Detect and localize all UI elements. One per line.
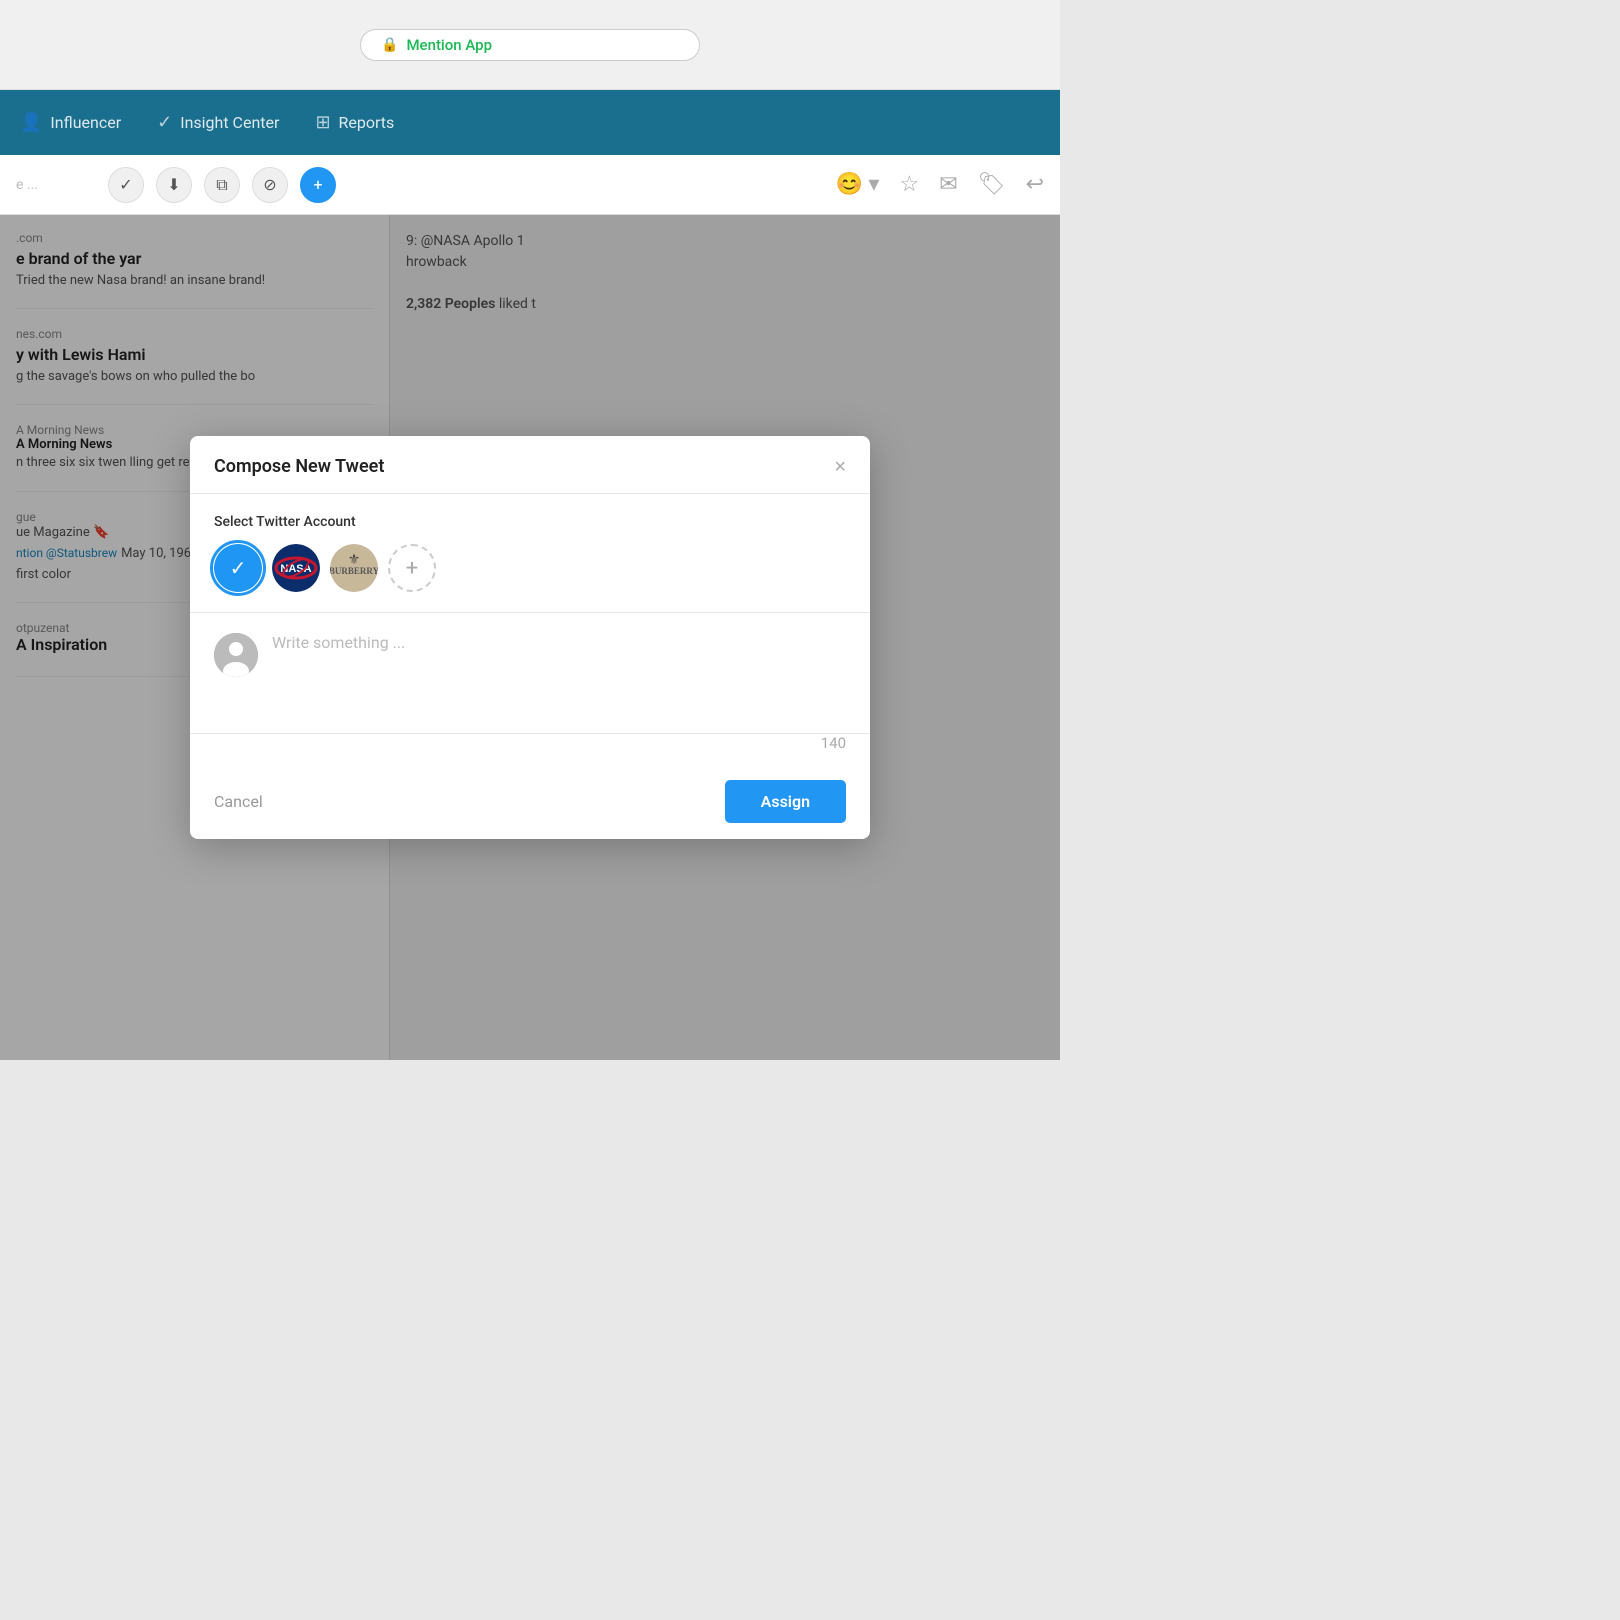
- account-avatar-burberry[interactable]: BURBERRY ⚜: [330, 544, 378, 592]
- content-area: .com e brand of the yar Tried the new Na…: [0, 215, 1060, 1060]
- search-text: e ...: [16, 177, 96, 193]
- modal-account-section: Select Twitter Account ✓ NASA: [190, 494, 870, 613]
- compose-section: [190, 613, 870, 734]
- nav-label-influencer: Influencer: [50, 113, 121, 132]
- emoji-icon[interactable]: 😊 ▾: [836, 172, 880, 197]
- modal-footer: Cancel Assign: [190, 764, 870, 839]
- toolbar-copy-btn[interactable]: ⧉: [204, 167, 240, 203]
- account-avatar-selected[interactable]: ✓: [214, 544, 262, 592]
- toolbar-right: 😊 ▾ ☆ ✉ 🏷 ↩: [836, 172, 1044, 197]
- toolbar-add-btn[interactable]: +: [300, 167, 336, 203]
- compose-inner: [214, 633, 846, 713]
- address-text: Mention App: [406, 36, 492, 54]
- address-bar: 🔒 Mention App: [360, 29, 700, 61]
- char-count: 140: [190, 734, 870, 764]
- browser-chrome: 🔒 Mention App: [0, 0, 1060, 90]
- toolbar-check-btn[interactable]: ✓: [108, 167, 144, 203]
- check-overlay: ✓: [214, 544, 262, 592]
- select-account-label: Select Twitter Account: [214, 514, 846, 530]
- star-icon[interactable]: ☆: [899, 172, 919, 197]
- user-avatar: [214, 633, 258, 677]
- compose-tweet-modal: Compose New Tweet × Select Twitter Accou…: [190, 436, 870, 839]
- assign-button[interactable]: Assign: [725, 780, 846, 823]
- modal-overlay: Compose New Tweet × Select Twitter Accou…: [0, 215, 1060, 1060]
- user-avatar-icon: [214, 633, 258, 677]
- cancel-button[interactable]: Cancel: [214, 792, 263, 811]
- nasa-logo-icon: NASA: [272, 544, 320, 592]
- tag-icon[interactable]: 🏷: [978, 172, 1006, 197]
- nav-item-influencer[interactable]: 👤 Influencer: [20, 112, 121, 133]
- nav-label-insight-center: Insight Center: [180, 113, 279, 132]
- burberry-logo-icon: BURBERRY ⚜: [330, 544, 378, 592]
- svg-text:⚜: ⚜: [348, 553, 361, 568]
- influencer-icon: 👤: [20, 112, 42, 133]
- tweet-compose-input[interactable]: [272, 633, 846, 713]
- lock-icon: 🔒: [381, 37, 398, 53]
- nav-item-insight-center[interactable]: ✓ Insight Center: [157, 112, 279, 133]
- inbox-icon[interactable]: ✉: [939, 172, 957, 197]
- modal-header: Compose New Tweet ×: [190, 436, 870, 494]
- twitter-accounts-list: ✓ NASA: [214, 544, 846, 592]
- nav-label-reports: Reports: [339, 113, 395, 132]
- account-avatar-nasa[interactable]: NASA: [272, 544, 320, 592]
- insight-center-icon: ✓: [157, 112, 172, 133]
- nav-item-reports[interactable]: ⊞ Reports: [315, 112, 394, 133]
- modal-close-button[interactable]: ×: [834, 457, 846, 477]
- reply-icon[interactable]: ↩: [1026, 172, 1044, 197]
- modal-title: Compose New Tweet: [214, 456, 384, 477]
- toolbar: e ... ✓ ⬇ ⧉ ⊘ + 😊 ▾ ☆ ✉ 🏷 ↩: [0, 155, 1060, 215]
- toolbar-download-btn[interactable]: ⬇: [156, 167, 192, 203]
- reports-icon: ⊞: [315, 112, 330, 133]
- toolbar-block-btn[interactable]: ⊘: [252, 167, 288, 203]
- app-header: 👤 Influencer ✓ Insight Center ⊞ Reports: [0, 90, 1060, 155]
- add-account-button[interactable]: +: [388, 544, 436, 592]
